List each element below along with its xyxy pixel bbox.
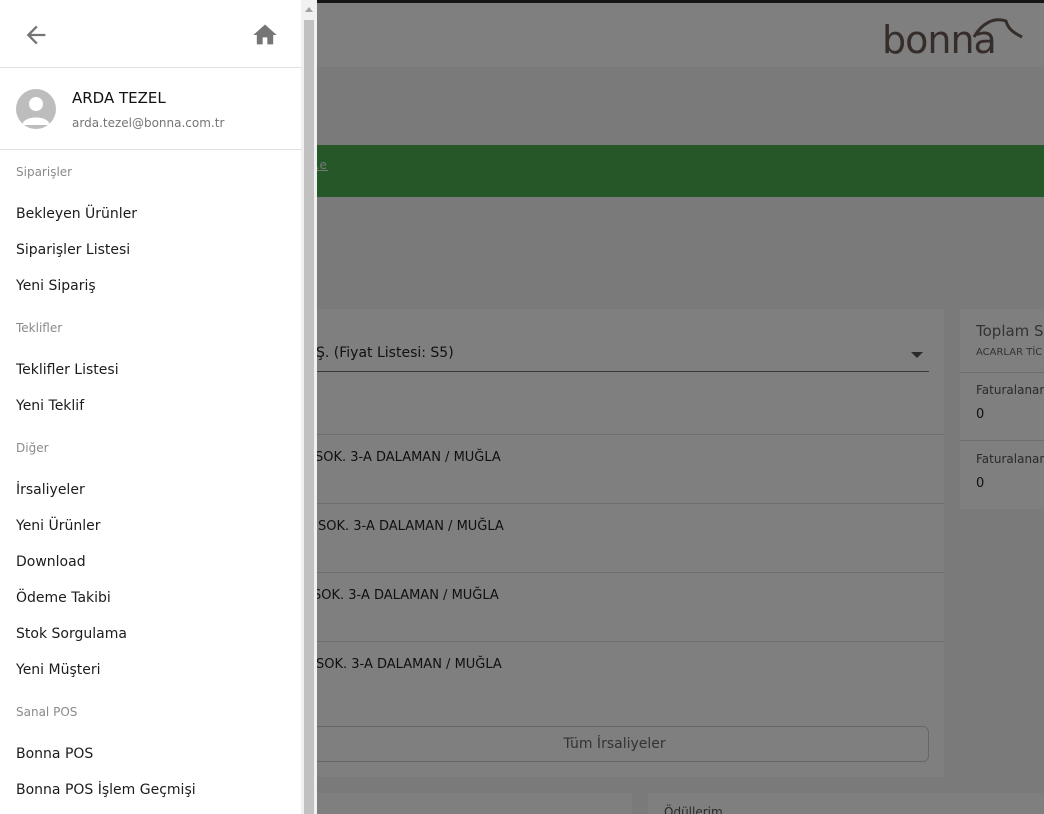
menu-item-yeni-siparis[interactable]: Yeni Sipariş	[0, 268, 301, 304]
menu-item-yeni-musteri[interactable]: Yeni Müşteri	[0, 652, 301, 688]
navigation-drawer: ARDA TEZEL arda.tezel@bonna.com.tr Sipar…	[0, 0, 301, 814]
drawer-header	[0, 0, 301, 68]
menu-item-irsaliyeler[interactable]: İrsaliyeler	[0, 472, 301, 508]
section-label-diger: Diğer	[16, 441, 49, 455]
menu-item-yeni-teklif[interactable]: Yeni Teklif	[0, 388, 301, 424]
user-name: ARDA TEZEL	[72, 89, 166, 107]
menu-item-siparisler-listesi[interactable]: Siparişler Listesi	[0, 232, 301, 268]
scrollbar-thumb[interactable]	[304, 20, 314, 814]
menu-item-bonna-pos-islem-gecmisi[interactable]: Bonna POS İşlem Geçmişi	[0, 772, 301, 808]
menu-item-teklifler-listesi[interactable]: Teklifler Listesi	[0, 352, 301, 388]
menu-item-download[interactable]: Download	[0, 544, 301, 580]
section-label-sanal-pos: Sanal POS	[16, 705, 78, 719]
menu-item-bekleyen-urunler[interactable]: Bekleyen Ürünler	[0, 196, 301, 232]
menu-item-bonna-pos[interactable]: Bonna POS	[0, 736, 301, 772]
section-label-siparisler: Siparişler	[16, 165, 73, 179]
menu-item-stok-sorgulama[interactable]: Stok Sorgulama	[0, 616, 301, 652]
home-icon[interactable]	[251, 21, 279, 49]
menu-item-odeme-takibi[interactable]: Ödeme Takibi	[0, 580, 301, 616]
arrow-left-icon[interactable]	[22, 21, 50, 49]
user-email: arda.tezel@bonna.com.tr	[72, 116, 225, 130]
user-profile: ARDA TEZEL arda.tezel@bonna.com.tr	[0, 68, 301, 150]
avatar	[16, 89, 56, 129]
menu-item-yeni-urunler[interactable]: Yeni Ürünler	[0, 508, 301, 544]
scroll-up-arrow-icon[interactable]	[305, 7, 313, 12]
drawer-scrollbar[interactable]	[301, 0, 317, 814]
section-label-teklifler: Teklifler	[16, 321, 63, 335]
person-icon	[22, 97, 50, 125]
